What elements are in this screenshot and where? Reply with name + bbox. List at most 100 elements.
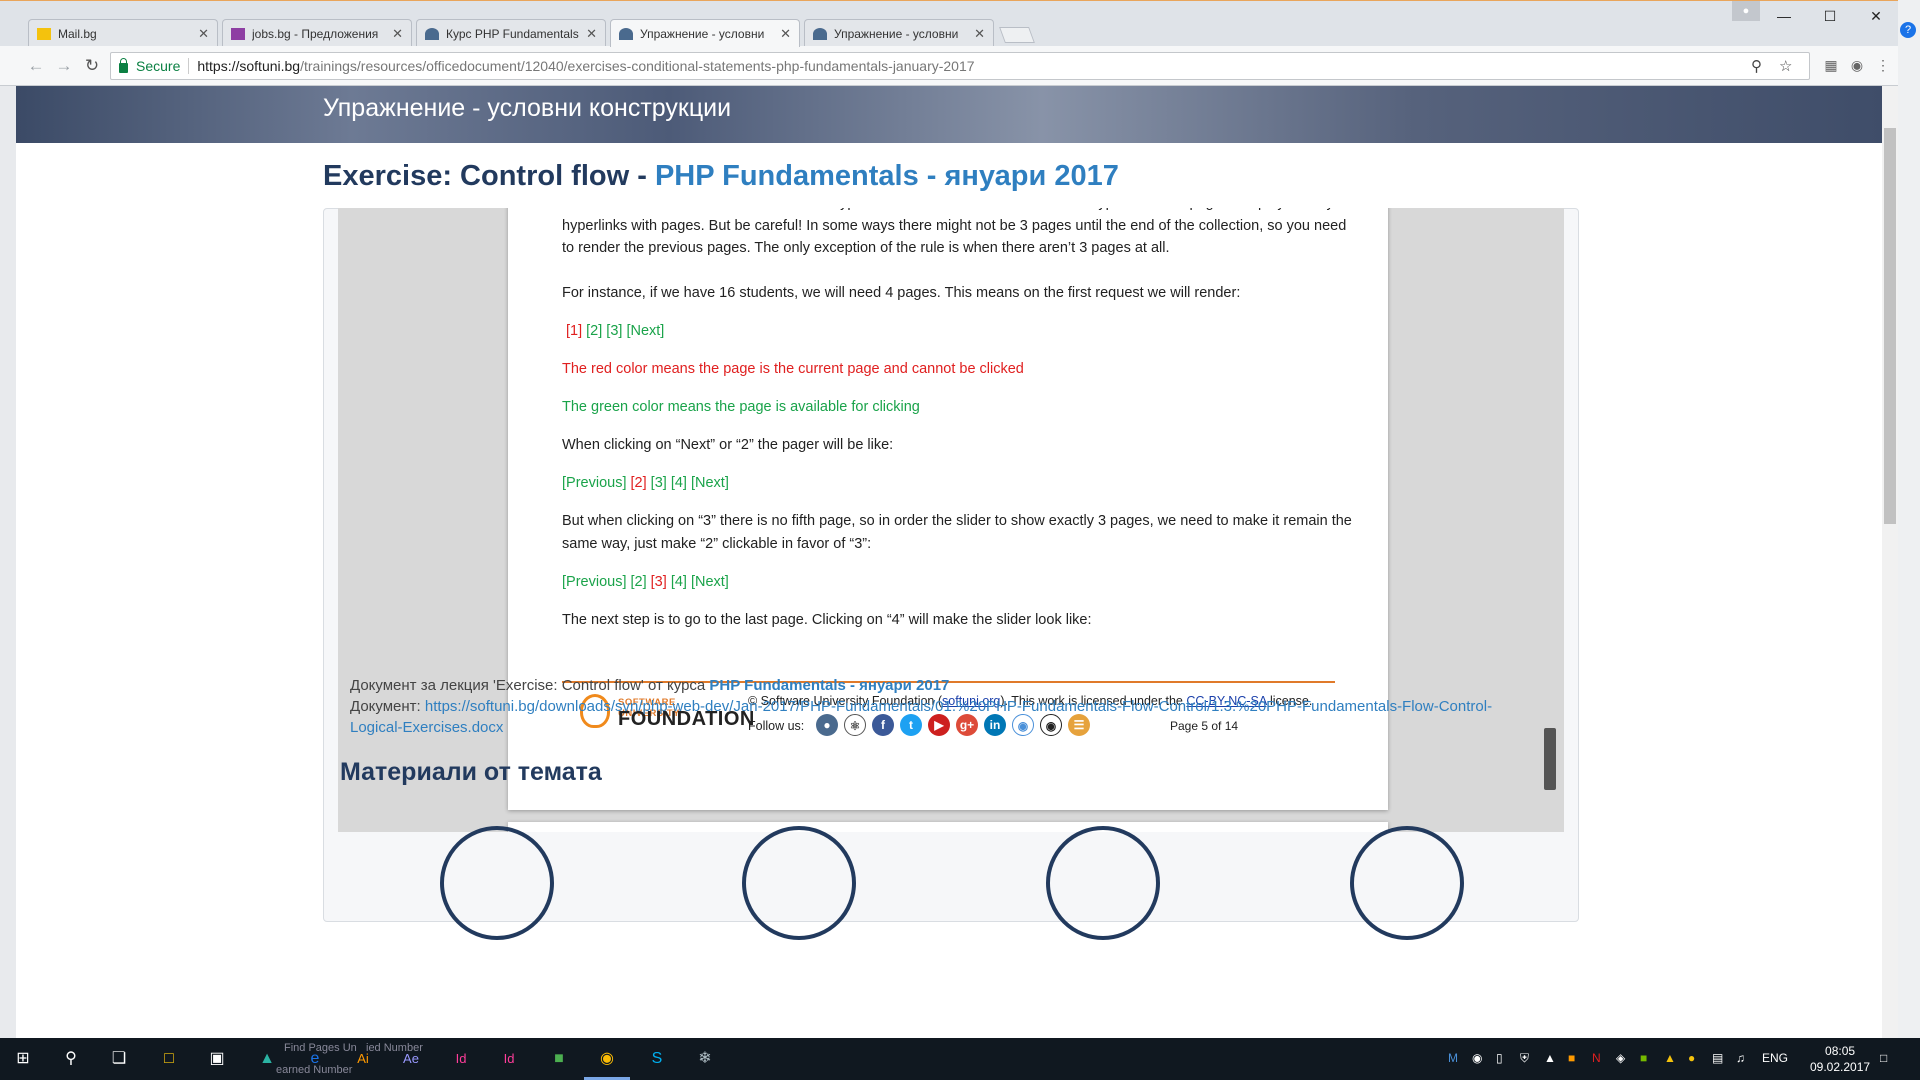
extension-icon[interactable]: ▦ bbox=[1822, 56, 1840, 74]
tray-icon[interactable]: ▲ bbox=[1664, 1051, 1676, 1065]
close-icon[interactable]: ✕ bbox=[974, 26, 985, 42]
indesign-icon[interactable]: Id bbox=[446, 1044, 476, 1074]
doc-paragraph: But when clicking on “3” there is no fif… bbox=[562, 513, 1352, 552]
tab-title: Курс PHP Fundamentals bbox=[446, 26, 579, 41]
nvidia-icon[interactable]: ■ bbox=[1640, 1051, 1647, 1065]
web-page: Упражнение - условни конструкции Exercis… bbox=[16, 86, 1882, 1038]
extension-icon-2[interactable]: ◉ bbox=[1848, 56, 1866, 74]
pager-example-1: [1] [2] [3] [Next] bbox=[566, 323, 665, 339]
shield-icon[interactable]: ⛨ bbox=[1520, 1051, 1529, 1066]
green-note: The green color means the page is availa… bbox=[562, 399, 920, 415]
course-link[interactable]: PHP Fundamentals - януари 2017 bbox=[655, 160, 1119, 192]
page-title: Exercise: Control flow - PHP Fundamental… bbox=[323, 160, 1119, 192]
materials-heading: Материали от темата bbox=[340, 758, 602, 786]
material-icon-circle[interactable] bbox=[742, 826, 856, 940]
tray-icon[interactable]: ■ bbox=[1568, 1051, 1575, 1065]
forward-arrow-icon[interactable]: → bbox=[52, 54, 76, 78]
tray-icon[interactable]: M bbox=[1448, 1051, 1458, 1065]
file-explorer-icon[interactable]: □ bbox=[154, 1044, 184, 1074]
document-link-info: Документ: https://softuni.bg/downloads/s… bbox=[350, 698, 1493, 736]
language-indicator[interactable]: ENG bbox=[1762, 1051, 1788, 1065]
volume-icon[interactable]: ♫ bbox=[1736, 1051, 1745, 1065]
course-name-link[interactable]: PHP Fundamentals - януари 2017 bbox=[709, 677, 949, 694]
notifications-icon[interactable]: □ bbox=[1880, 1051, 1887, 1065]
zoom-icon[interactable]: ⚲ bbox=[1751, 57, 1762, 75]
jobs-favicon-icon bbox=[231, 27, 245, 40]
close-icon[interactable]: ✕ bbox=[780, 26, 791, 42]
secure-indicator[interactable]: Secure bbox=[119, 58, 180, 74]
tray-icon[interactable]: ▲ bbox=[1544, 1051, 1556, 1065]
page-scrollbar-thumb[interactable] bbox=[1884, 128, 1896, 524]
ghost-text: Find Pages Un bbox=[284, 1042, 357, 1054]
chrome-icon[interactable]: ◉ bbox=[592, 1044, 622, 1074]
back-arrow-icon[interactable]: ← bbox=[24, 54, 48, 78]
mail-favicon-icon bbox=[37, 27, 51, 40]
red-note: The red color means the page is the curr… bbox=[562, 361, 1024, 377]
doc-paragraph: Decorate more the last task. Between the… bbox=[562, 208, 1347, 257]
tab-strip: Mail.bg ✕ jobs.bg - Предложения ✕ Курс P… bbox=[0, 0, 1920, 47]
close-icon[interactable]: ✕ bbox=[586, 26, 597, 42]
tab-title: jobs.bg - Предложения bbox=[252, 26, 379, 41]
search-icon[interactable]: ⚲ bbox=[56, 1044, 86, 1074]
pager-example-3: [Previous] [2] [3] [4] [Next] bbox=[562, 574, 729, 590]
right-window-edge: ? bbox=[1898, 0, 1920, 1038]
material-icon-circle[interactable] bbox=[1350, 826, 1464, 940]
softuni-favicon-icon bbox=[619, 27, 633, 40]
bookmark-star-icon[interactable]: ☆ bbox=[1779, 57, 1792, 75]
left-window-edge bbox=[0, 86, 16, 1038]
tray-icon[interactable]: ▯ bbox=[1496, 1051, 1503, 1065]
hero-banner bbox=[16, 86, 1882, 143]
skype-icon[interactable]: S bbox=[642, 1044, 672, 1074]
store-icon[interactable]: ▣ bbox=[202, 1044, 232, 1074]
tab-jobs[interactable]: jobs.bg - Предложения ✕ bbox=[222, 19, 412, 47]
tab-exercise[interactable]: Упражнение - условни ✕ bbox=[804, 19, 994, 47]
tab-title: Mail.bg bbox=[58, 26, 97, 41]
tab-exercise-active[interactable]: Упражнение - условни ✕ bbox=[610, 19, 800, 47]
profile-icon[interactable]: ● bbox=[1732, 1, 1760, 21]
hero-title: Упражнение - условни конструкции bbox=[323, 94, 732, 122]
address-bar[interactable]: Secure https://softuni.bg/trainings/reso… bbox=[110, 52, 1810, 80]
document-viewer[interactable]: Decorate more the last task. Between the… bbox=[338, 208, 1564, 832]
maximize-icon[interactable]: ☐ bbox=[1808, 5, 1852, 27]
help-icon[interactable]: ? bbox=[1900, 22, 1916, 38]
app-icon-2[interactable]: ❄ bbox=[690, 1044, 720, 1074]
windows-taskbar: ⊞ ⚲ ❏ □ ▣ ▲ e Ai Ae Id Id ■ ◉ S ❄ Find P… bbox=[0, 1038, 1920, 1080]
lecture-document-info: Документ за лекция 'Exercise: Control fl… bbox=[350, 677, 950, 694]
tab-course[interactable]: Курс PHP Fundamentals ✕ bbox=[416, 19, 606, 47]
reload-icon[interactable]: ↻ bbox=[80, 54, 104, 78]
document-download-link-cont[interactable]: Logical-Exercises.docx bbox=[350, 719, 503, 736]
material-icon-circle[interactable] bbox=[1046, 826, 1160, 940]
tab-title: Упражнение - условни bbox=[640, 26, 765, 41]
indesign-icon-2[interactable]: Id bbox=[494, 1044, 524, 1074]
url-host: https://softuni.bg bbox=[197, 58, 301, 74]
close-icon[interactable]: ✕ bbox=[198, 26, 209, 42]
ghost-text: earned Number bbox=[276, 1064, 353, 1076]
tray-icon[interactable]: N bbox=[1592, 1051, 1601, 1065]
network-icon[interactable]: ▤ bbox=[1712, 1051, 1723, 1065]
tray-icon[interactable]: ◈ bbox=[1616, 1051, 1625, 1065]
menu-icon[interactable]: ⋮ bbox=[1874, 56, 1892, 74]
windows-start-icon[interactable]: ⊞ bbox=[8, 1044, 38, 1074]
close-icon[interactable]: ✕ bbox=[392, 26, 403, 42]
document-download-link[interactable]: https://softuni.bg/downloads/svn/php-web… bbox=[425, 698, 1492, 715]
ghost-text: ied Number bbox=[366, 1042, 423, 1054]
tab-mail[interactable]: Mail.bg ✕ bbox=[28, 19, 218, 47]
new-tab-button[interactable] bbox=[999, 27, 1035, 43]
url-path: /trainings/resources/officedocument/1204… bbox=[300, 58, 975, 74]
window-close-icon[interactable]: ✕ bbox=[1854, 5, 1898, 27]
doc-paragraph: For instance, if we have 16 students, we… bbox=[562, 285, 1241, 301]
app-green-icon[interactable]: ■ bbox=[544, 1044, 574, 1074]
doc-paragraph: The next step is to go to the last page.… bbox=[562, 612, 1092, 628]
document-page-next bbox=[508, 822, 1388, 832]
minimize-icon[interactable]: — bbox=[1762, 5, 1806, 27]
task-view-icon[interactable]: ❏ bbox=[104, 1044, 134, 1074]
clock[interactable]: 08:05 09.02.2017 bbox=[1810, 1043, 1870, 1075]
material-icon-circle[interactable] bbox=[440, 826, 554, 940]
pager-example-2: [Previous] [2] [3] [4] [Next] bbox=[562, 475, 729, 491]
softuni-favicon-icon bbox=[813, 27, 827, 40]
browser-toolbar: ← → ↻ Secure https://softuni.bg/training… bbox=[0, 46, 1920, 86]
softuni-favicon-icon bbox=[425, 27, 439, 40]
doc-paragraph: When clicking on “Next” or “2” the pager… bbox=[562, 437, 894, 453]
tray-icon[interactable]: ◉ bbox=[1472, 1051, 1482, 1065]
tray-icon[interactable]: ● bbox=[1688, 1051, 1695, 1065]
